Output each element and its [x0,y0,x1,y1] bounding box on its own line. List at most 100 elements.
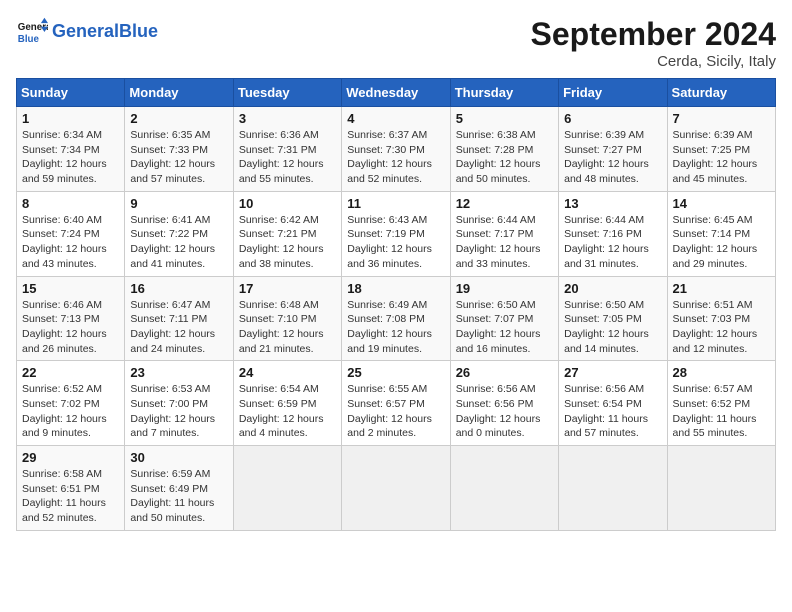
col-saturday: Saturday [667,79,775,107]
day-number: 6 [564,111,661,126]
day-info: Sunrise: 6:58 AMSunset: 6:51 PMDaylight:… [22,467,119,526]
table-row: 9 Sunrise: 6:41 AMSunset: 7:22 PMDayligh… [125,191,233,276]
day-info: Sunrise: 6:38 AMSunset: 7:28 PMDaylight:… [456,128,553,187]
table-row: 30 Sunrise: 6:59 AMSunset: 6:49 PMDaylig… [125,446,233,531]
calendar-week-row: 8 Sunrise: 6:40 AMSunset: 7:24 PMDayligh… [17,191,776,276]
day-number: 2 [130,111,227,126]
calendar-header-row: Sunday Monday Tuesday Wednesday Thursday… [17,79,776,107]
day-number: 9 [130,196,227,211]
table-row: 15 Sunrise: 6:46 AMSunset: 7:13 PMDaylig… [17,276,125,361]
day-info: Sunrise: 6:40 AMSunset: 7:24 PMDaylight:… [22,213,119,272]
day-info: Sunrise: 6:44 AMSunset: 7:17 PMDaylight:… [456,213,553,272]
month-title: September 2024 [531,16,776,53]
day-info: Sunrise: 6:39 AMSunset: 7:25 PMDaylight:… [673,128,770,187]
table-row: 29 Sunrise: 6:58 AMSunset: 6:51 PMDaylig… [17,446,125,531]
day-number: 8 [22,196,119,211]
day-number: 24 [239,365,336,380]
table-row: 24 Sunrise: 6:54 AMSunset: 6:59 PMDaylig… [233,361,341,446]
day-number: 14 [673,196,770,211]
day-info: Sunrise: 6:57 AMSunset: 6:52 PMDaylight:… [673,382,770,441]
day-info: Sunrise: 6:52 AMSunset: 7:02 PMDaylight:… [22,382,119,441]
col-thursday: Thursday [450,79,558,107]
day-info: Sunrise: 6:49 AMSunset: 7:08 PMDaylight:… [347,298,444,357]
table-row [559,446,667,531]
day-number: 28 [673,365,770,380]
table-row: 20 Sunrise: 6:50 AMSunset: 7:05 PMDaylig… [559,276,667,361]
day-number: 30 [130,450,227,465]
table-row: 2 Sunrise: 6:35 AMSunset: 7:33 PMDayligh… [125,107,233,192]
day-number: 29 [22,450,119,465]
day-number: 10 [239,196,336,211]
table-row [233,446,341,531]
table-row [450,446,558,531]
day-info: Sunrise: 6:43 AMSunset: 7:19 PMDaylight:… [347,213,444,272]
table-row: 1 Sunrise: 6:34 AMSunset: 7:34 PMDayligh… [17,107,125,192]
day-number: 16 [130,281,227,296]
logo-icon: General Blue [16,16,48,48]
table-row: 7 Sunrise: 6:39 AMSunset: 7:25 PMDayligh… [667,107,775,192]
day-info: Sunrise: 6:55 AMSunset: 6:57 PMDaylight:… [347,382,444,441]
day-number: 4 [347,111,444,126]
calendar-week-row: 1 Sunrise: 6:34 AMSunset: 7:34 PMDayligh… [17,107,776,192]
day-number: 21 [673,281,770,296]
col-sunday: Sunday [17,79,125,107]
table-row: 25 Sunrise: 6:55 AMSunset: 6:57 PMDaylig… [342,361,450,446]
table-row: 6 Sunrise: 6:39 AMSunset: 7:27 PMDayligh… [559,107,667,192]
day-info: Sunrise: 6:50 AMSunset: 7:07 PMDaylight:… [456,298,553,357]
table-row: 12 Sunrise: 6:44 AMSunset: 7:17 PMDaylig… [450,191,558,276]
table-row: 16 Sunrise: 6:47 AMSunset: 7:11 PMDaylig… [125,276,233,361]
day-number: 25 [347,365,444,380]
day-info: Sunrise: 6:34 AMSunset: 7:34 PMDaylight:… [22,128,119,187]
table-row [342,446,450,531]
day-number: 27 [564,365,661,380]
day-info: Sunrise: 6:42 AMSunset: 7:21 PMDaylight:… [239,213,336,272]
day-info: Sunrise: 6:50 AMSunset: 7:05 PMDaylight:… [564,298,661,357]
day-number: 12 [456,196,553,211]
day-info: Sunrise: 6:51 AMSunset: 7:03 PMDaylight:… [673,298,770,357]
col-tuesday: Tuesday [233,79,341,107]
day-info: Sunrise: 6:46 AMSunset: 7:13 PMDaylight:… [22,298,119,357]
day-info: Sunrise: 6:41 AMSunset: 7:22 PMDaylight:… [130,213,227,272]
col-monday: Monday [125,79,233,107]
day-info: Sunrise: 6:35 AMSunset: 7:33 PMDaylight:… [130,128,227,187]
calendar-week-row: 29 Sunrise: 6:58 AMSunset: 6:51 PMDaylig… [17,446,776,531]
table-row: 21 Sunrise: 6:51 AMSunset: 7:03 PMDaylig… [667,276,775,361]
day-number: 20 [564,281,661,296]
day-number: 13 [564,196,661,211]
title-block: September 2024 Cerda, Sicily, Italy [531,16,776,70]
table-row: 11 Sunrise: 6:43 AMSunset: 7:19 PMDaylig… [342,191,450,276]
table-row: 28 Sunrise: 6:57 AMSunset: 6:52 PMDaylig… [667,361,775,446]
table-row: 8 Sunrise: 6:40 AMSunset: 7:24 PMDayligh… [17,191,125,276]
day-number: 3 [239,111,336,126]
table-row: 3 Sunrise: 6:36 AMSunset: 7:31 PMDayligh… [233,107,341,192]
logo-text: GeneralBlue [52,22,158,42]
day-info: Sunrise: 6:54 AMSunset: 6:59 PMDaylight:… [239,382,336,441]
day-info: Sunrise: 6:59 AMSunset: 6:49 PMDaylight:… [130,467,227,526]
table-row: 23 Sunrise: 6:53 AMSunset: 7:00 PMDaylig… [125,361,233,446]
table-row: 18 Sunrise: 6:49 AMSunset: 7:08 PMDaylig… [342,276,450,361]
col-wednesday: Wednesday [342,79,450,107]
day-number: 18 [347,281,444,296]
table-row [667,446,775,531]
logo: General Blue GeneralBlue [16,16,158,48]
calendar-week-row: 15 Sunrise: 6:46 AMSunset: 7:13 PMDaylig… [17,276,776,361]
day-info: Sunrise: 6:44 AMSunset: 7:16 PMDaylight:… [564,213,661,272]
table-row: 14 Sunrise: 6:45 AMSunset: 7:14 PMDaylig… [667,191,775,276]
day-info: Sunrise: 6:47 AMSunset: 7:11 PMDaylight:… [130,298,227,357]
day-info: Sunrise: 6:37 AMSunset: 7:30 PMDaylight:… [347,128,444,187]
day-number: 23 [130,365,227,380]
calendar-week-row: 22 Sunrise: 6:52 AMSunset: 7:02 PMDaylig… [17,361,776,446]
day-info: Sunrise: 6:36 AMSunset: 7:31 PMDaylight:… [239,128,336,187]
table-row: 5 Sunrise: 6:38 AMSunset: 7:28 PMDayligh… [450,107,558,192]
day-info: Sunrise: 6:56 AMSunset: 6:54 PMDaylight:… [564,382,661,441]
day-number: 26 [456,365,553,380]
table-row: 10 Sunrise: 6:42 AMSunset: 7:21 PMDaylig… [233,191,341,276]
table-row: 27 Sunrise: 6:56 AMSunset: 6:54 PMDaylig… [559,361,667,446]
table-row: 22 Sunrise: 6:52 AMSunset: 7:02 PMDaylig… [17,361,125,446]
day-info: Sunrise: 6:45 AMSunset: 7:14 PMDaylight:… [673,213,770,272]
day-number: 19 [456,281,553,296]
day-number: 5 [456,111,553,126]
table-row: 4 Sunrise: 6:37 AMSunset: 7:30 PMDayligh… [342,107,450,192]
table-row: 13 Sunrise: 6:44 AMSunset: 7:16 PMDaylig… [559,191,667,276]
day-number: 11 [347,196,444,211]
